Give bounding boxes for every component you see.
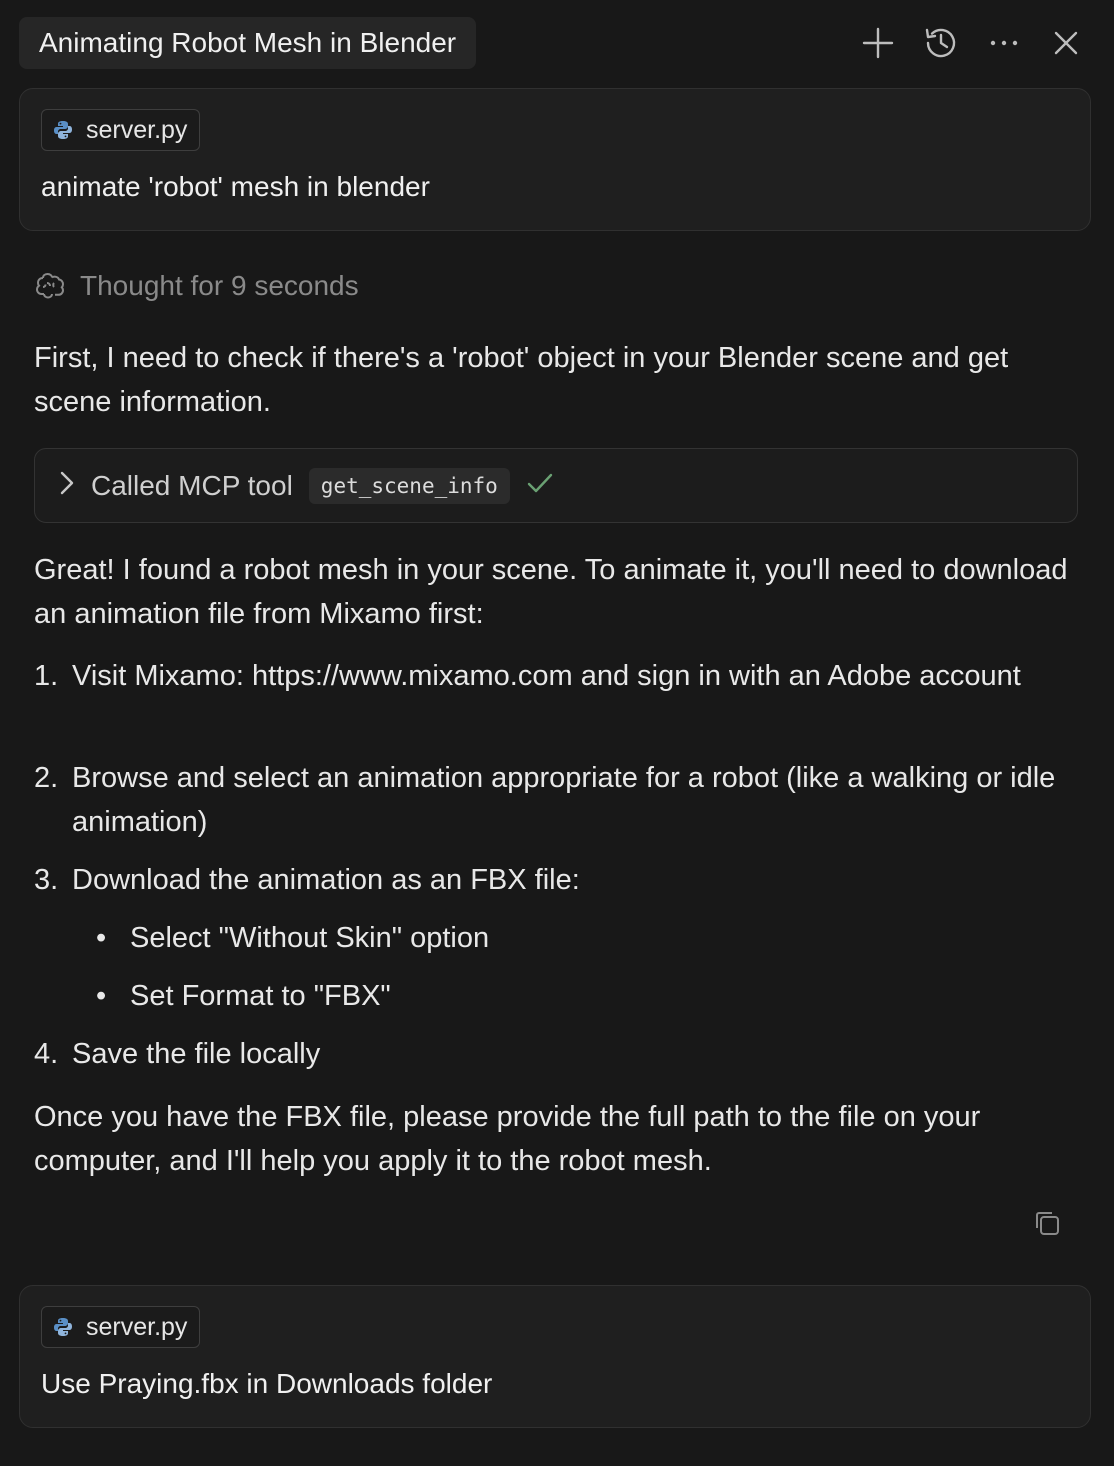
chat-header: Animating Robot Mesh in Blender [0, 0, 1114, 86]
file-chip[interactable]: server.py [41, 109, 201, 151]
list-item-number: 2. [34, 762, 59, 794]
file-chip-label: server.py [86, 1312, 188, 1341]
python-file-icon [54, 121, 72, 139]
list-item-text: Browse and select an animation appropria… [72, 762, 1056, 838]
thought-toggle[interactable]: Thought for 9 seconds [34, 266, 359, 306]
more-icon [990, 40, 1018, 46]
thought-label: Thought for 9 seconds [80, 270, 359, 301]
sub-list-item: • Set Format to "FBX" [96, 974, 391, 1018]
bullet: • [96, 922, 107, 954]
plus-icon [862, 27, 894, 59]
assistant-paragraph-found: Great! I found a robot mesh in your scen… [34, 554, 1068, 630]
file-chip[interactable]: server.py [41, 1306, 201, 1348]
close-button[interactable] [1045, 22, 1087, 64]
sub-list-item-text: Set Format to "FBX" [130, 980, 391, 1012]
close-icon [1054, 31, 1078, 55]
list-item-number: 1. [34, 660, 59, 692]
assistant-paragraph-closing: Once you have the FBX file, please provi… [34, 1101, 981, 1177]
python-file-icon [54, 1318, 72, 1336]
brain-icon [35, 272, 65, 299]
history-button[interactable] [920, 22, 962, 64]
list-item-number: 3. [34, 864, 59, 896]
user-message-text: animate 'robot' mesh in blender [41, 171, 430, 202]
user-message-text: Use Praying.fbx in Downloads folder [41, 1368, 493, 1399]
tool-call-row[interactable]: Called MCP tool get_scene_info [34, 448, 1078, 523]
tool-call-label: Called MCP tool [91, 469, 293, 501]
file-chip-label: server.py [86, 115, 188, 144]
user-message-card[interactable]: server.py animate 'robot' mesh in blende… [19, 88, 1091, 231]
copy-button[interactable] [1032, 1208, 1066, 1242]
list-item-text: Visit Mixamo: https://www.mixamo.com and… [72, 660, 1021, 692]
list-item-text: Save the file locally [72, 1038, 321, 1070]
copy-icon [1036, 1212, 1059, 1235]
list-item-text: Download the animation as an FBX file: [72, 864, 580, 896]
assistant-paragraph-intro: First, I need to check if there's a 'rob… [34, 342, 1009, 418]
user-message-card[interactable]: server.py Use Praying.fbx in Downloads f… [19, 1285, 1091, 1428]
check-icon [526, 471, 554, 500]
more-options-button[interactable] [983, 22, 1025, 64]
tool-name-badge: get_scene_info [308, 467, 510, 504]
chevron-right-icon [57, 469, 77, 502]
sub-list-item: • Select "Without Skin" option [96, 916, 489, 960]
list-item-number: 4. [34, 1038, 59, 1070]
history-icon [925, 28, 956, 58]
sub-list-item-text: Select "Without Skin" option [130, 922, 490, 954]
new-chat-button[interactable] [857, 22, 899, 64]
chat-title[interactable]: Animating Robot Mesh in Blender [19, 17, 477, 69]
bullet: • [96, 980, 107, 1012]
